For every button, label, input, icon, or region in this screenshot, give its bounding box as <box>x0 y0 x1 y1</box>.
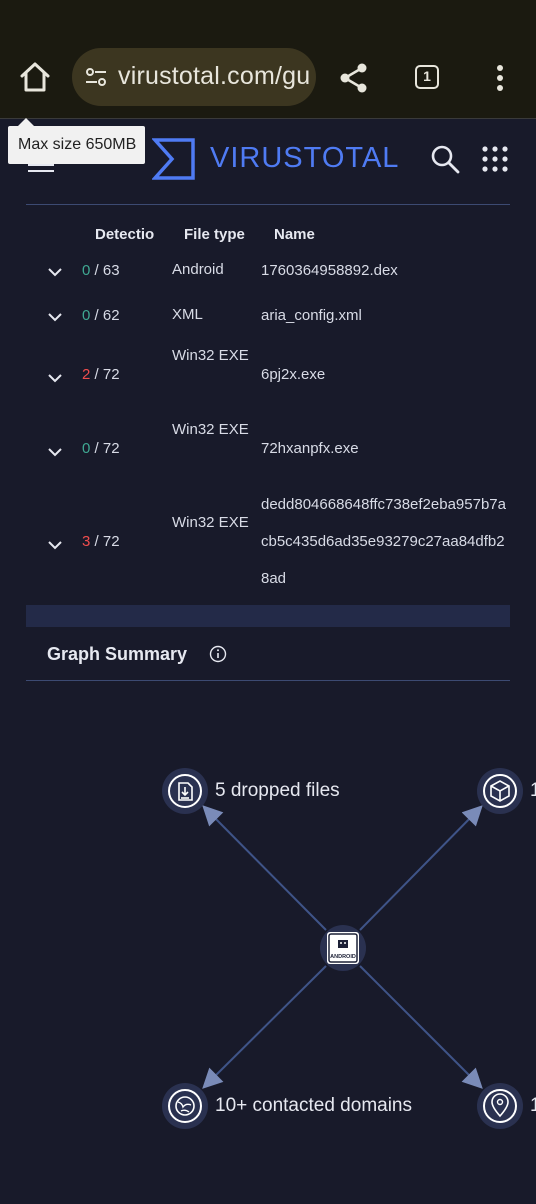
file-type: Win32 EXE <box>172 514 249 531</box>
file-name[interactable]: 6pj2x.exe <box>261 356 511 393</box>
file-name[interactable]: 1760364958892.dex <box>261 252 511 289</box>
chevron-down-icon[interactable] <box>47 312 63 322</box>
status-bar <box>0 0 536 38</box>
column-header-file-type[interactable]: File type <box>184 226 245 243</box>
relations-graph[interactable]: ANDROID 5 dropped files 1 10+ contacted … <box>0 690 536 1199</box>
column-header-name[interactable]: Name <box>274 226 315 243</box>
chevron-down-icon[interactable] <box>47 447 63 457</box>
table-row[interactable]: 0 / 72 Win32 EXE 72hxanpfx.exe <box>0 412 536 484</box>
file-type: Win32 EXE <box>172 347 249 364</box>
bundled-label[interactable]: 1 <box>530 780 536 802</box>
section-divider-band <box>26 605 510 627</box>
share-icon[interactable] <box>338 62 370 94</box>
search-icon[interactable] <box>430 144 460 174</box>
logo-text[interactable]: VIRUSTOTAL <box>210 142 399 175</box>
bundled-node[interactable] <box>477 768 523 814</box>
detection-count: 3 / 72 <box>82 533 120 550</box>
dropped-files-node[interactable] <box>162 768 208 814</box>
file-name[interactable]: dedd804668648ffc738ef2eba957b7acb5c435d6… <box>261 486 511 597</box>
apps-grid-icon[interactable] <box>482 146 508 172</box>
graph-edge <box>202 805 327 931</box>
table-row[interactable]: 0 / 62 XML aria_config.xml <box>0 297 536 335</box>
table-row[interactable]: 3 / 72 Win32 EXE dedd804668648ffc738ef2e… <box>0 486 536 598</box>
graph-summary-title: Graph Summary <box>47 644 188 664</box>
url-text[interactable]: virustotal.com/gu <box>118 62 310 91</box>
chevron-down-icon[interactable] <box>47 373 63 383</box>
file-type: Android <box>172 261 224 278</box>
chevron-down-icon[interactable] <box>47 540 63 550</box>
table-row[interactable]: 0 / 63 Android 1760364958892.dex <box>0 252 536 290</box>
divider <box>26 680 510 681</box>
detection-count: 2 / 72 <box>82 366 120 383</box>
contacted-domains-label[interactable]: 10+ contacted domains <box>215 1095 412 1117</box>
graph-edge <box>202 965 327 1089</box>
virustotal-logo-icon[interactable] <box>152 137 196 181</box>
graph-edge <box>359 965 483 1089</box>
dropped-files-label[interactable]: 5 dropped files <box>215 780 340 802</box>
site-settings-icon[interactable] <box>84 65 108 89</box>
android-node[interactable]: ANDROID <box>320 925 366 971</box>
contacted-ips-node[interactable] <box>477 1083 523 1129</box>
graph-canvas: ANDROID <box>162 768 523 1129</box>
file-type: Win32 EXE <box>172 421 249 438</box>
contacted-ips-label[interactable]: 1 <box>530 1095 536 1117</box>
upload-size-tooltip: Max size 650MB <box>8 118 145 164</box>
tab-switcher-button[interactable]: 1 <box>415 65 439 89</box>
more-options-icon[interactable] <box>488 62 512 94</box>
contacted-domains-node[interactable] <box>162 1083 208 1129</box>
browser-toolbar: virustotal.com/gu 1 <box>0 38 536 119</box>
file-name[interactable]: aria_config.xml <box>261 297 511 334</box>
detection-count: 0 / 62 <box>82 307 120 324</box>
detection-count: 0 / 72 <box>82 440 120 457</box>
column-header-detection[interactable]: Detectio <box>95 226 154 243</box>
file-name[interactable]: 72hxanpfx.exe <box>261 430 511 467</box>
divider <box>26 204 510 205</box>
android-node-label: ANDROID <box>330 954 356 960</box>
address-bar[interactable]: virustotal.com/gu <box>72 48 316 106</box>
home-icon[interactable] <box>18 60 52 94</box>
file-type: XML <box>172 306 203 323</box>
info-icon[interactable] <box>209 645 227 663</box>
graph-edge <box>359 805 483 931</box>
chevron-down-icon[interactable] <box>47 267 63 277</box>
table-row[interactable]: 2 / 72 Win32 EXE 6pj2x.exe <box>0 338 536 410</box>
detection-count: 0 / 63 <box>82 262 120 279</box>
